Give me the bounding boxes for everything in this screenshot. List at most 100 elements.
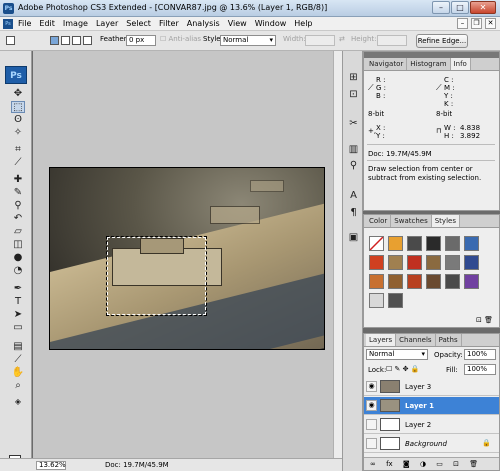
visibility-eye-icon[interactable] [366, 419, 377, 430]
style-swatch[interactable] [464, 255, 479, 270]
clone-stamp-icon[interactable]: ⚲ [11, 200, 25, 212]
fill-input[interactable]: 100% [464, 364, 496, 375]
brushes-icon[interactable]: ▥ [347, 143, 360, 156]
3d-tool-icon[interactable]: ◈ [11, 396, 25, 408]
style-swatch[interactable] [426, 255, 441, 270]
tab-paths[interactable]: Paths [436, 334, 462, 346]
style-swatch[interactable] [426, 236, 441, 251]
paragraph-icon[interactable]: ¶ [347, 206, 360, 219]
tool-presets-icon[interactable]: ✂ [347, 117, 360, 130]
mask-icon[interactable]: ◙ [403, 460, 410, 468]
style-swatch[interactable] [426, 274, 441, 289]
new-layer-icon[interactable]: ⊡ [453, 460, 459, 468]
slice-tool-icon[interactable]: ⟋ [11, 157, 25, 169]
menu-help[interactable]: Help [294, 19, 312, 28]
style-swatch[interactable] [369, 274, 384, 289]
path-selection-icon[interactable]: ➤ [11, 309, 25, 321]
history-icon[interactable]: ⊡ [347, 88, 360, 101]
doc-size[interactable]: Doc: 19.7M/45.9M [105, 461, 169, 469]
maximize-button[interactable]: □ [451, 1, 469, 14]
visibility-eye-icon[interactable]: ◉ [366, 381, 377, 392]
clone-source-icon[interactable]: ⚲ [347, 159, 360, 172]
lock-icons[interactable]: ☐ ✎ ✥ 🔒 [386, 365, 419, 373]
tab-color[interactable]: Color [366, 215, 392, 227]
menu-filter[interactable]: Filter [159, 19, 179, 28]
eraser-tool-icon[interactable]: ▱ [11, 226, 25, 238]
doc-close-button[interactable]: ✕ [485, 18, 496, 29]
refine-edge-button[interactable]: Refine Edge... [416, 34, 468, 48]
menu-window[interactable]: Window [255, 19, 287, 28]
notes-tool-icon[interactable]: ▤ [11, 341, 25, 353]
selection-marquee[interactable] [106, 236, 207, 316]
dodge-tool-icon[interactable]: ◔ [11, 265, 25, 277]
document-canvas[interactable] [33, 51, 342, 458]
height-input[interactable] [377, 35, 407, 46]
hand-tool-icon[interactable]: ✋ [11, 367, 25, 379]
document-icon[interactable]: Ps [3, 18, 13, 29]
pen-tool-icon[interactable]: ✒ [11, 283, 25, 295]
style-swatch[interactable] [369, 293, 384, 308]
visibility-eye-icon[interactable]: ◉ [366, 400, 377, 411]
style-swatch[interactable] [369, 255, 384, 270]
blur-tool-icon[interactable]: ● [11, 252, 25, 264]
doc-minimize-button[interactable]: – [457, 18, 468, 29]
opacity-input[interactable]: 100% [464, 349, 496, 360]
fx-icon[interactable]: fx [386, 460, 393, 468]
tab-info[interactable]: Info [450, 58, 471, 70]
marquee-tool-preset-icon[interactable] [6, 36, 15, 45]
menu-edit[interactable]: Edit [39, 19, 55, 28]
menu-file[interactable]: File [18, 19, 31, 28]
style-swatch[interactable] [445, 255, 460, 270]
tab-histogram[interactable]: Histogram [407, 58, 451, 70]
style-swatch[interactable] [407, 236, 422, 251]
adjustment-icon[interactable]: ◑ [420, 460, 426, 468]
gradient-tool-icon[interactable]: ◫ [11, 239, 25, 251]
tab-swatches[interactable]: Swatches [391, 215, 432, 227]
style-swatch[interactable] [445, 236, 460, 251]
style-select[interactable]: Normal ▾ [220, 35, 276, 46]
style-swatch[interactable] [407, 255, 422, 270]
type-tool-icon[interactable]: T [11, 296, 25, 308]
menu-select[interactable]: Select [126, 19, 151, 28]
history-brush-icon[interactable]: ↶ [11, 213, 25, 225]
menu-layer[interactable]: Layer [96, 19, 118, 28]
antialias-checkbox[interactable]: ☐ Anti-alias [160, 35, 201, 43]
healing-brush-icon[interactable]: ✚ [11, 174, 25, 186]
character-icon[interactable]: A [347, 189, 360, 202]
link-layers-icon[interactable]: ∞ [370, 460, 376, 468]
add-to-selection-icon[interactable] [61, 36, 70, 45]
delete-layer-icon[interactable]: 🗑 [469, 460, 478, 468]
eyedropper-icon[interactable]: ⟋ [11, 354, 25, 366]
move-tool-icon[interactable]: ✥ [11, 88, 25, 100]
crop-tool-icon[interactable]: ⌗ [11, 144, 25, 156]
zoom-field[interactable]: 13.62% [36, 461, 66, 470]
style-swatch[interactable] [407, 274, 422, 289]
menu-analysis[interactable]: Analysis [187, 19, 220, 28]
close-button[interactable]: ✕ [470, 1, 496, 14]
shape-tool-icon[interactable]: ▭ [11, 322, 25, 334]
style-swatch[interactable] [464, 274, 479, 289]
new-selection-icon[interactable] [50, 36, 59, 45]
minimize-button[interactable]: – [432, 1, 450, 14]
tab-styles[interactable]: Styles [431, 215, 460, 227]
menu-view[interactable]: View [228, 19, 247, 28]
style-swatch[interactable] [388, 274, 403, 289]
blend-mode-select[interactable]: Normal ▾ [366, 349, 428, 360]
lasso-tool-icon[interactable]: ʘ [11, 114, 25, 126]
tab-layers[interactable]: Layers [366, 334, 397, 346]
intersect-selection-icon[interactable] [83, 36, 92, 45]
doc-restore-button[interactable]: ❐ [471, 18, 482, 29]
group-icon[interactable]: ▭ [436, 460, 443, 468]
style-swatch[interactable] [445, 274, 460, 289]
style-swatch[interactable] [464, 236, 479, 251]
layer-row[interactable]: Layer 2 [364, 416, 499, 434]
navigator-icon[interactable]: ⊞ [347, 71, 360, 84]
new-style-icon[interactable]: ⊡ 🗑 [476, 316, 493, 324]
magic-wand-icon[interactable]: ✧ [11, 127, 25, 139]
width-input[interactable] [305, 35, 335, 46]
layer-comps-icon[interactable]: ▣ [347, 231, 360, 244]
menu-image[interactable]: Image [63, 19, 88, 28]
feather-input[interactable]: 0 px [126, 35, 156, 46]
vertical-scrollbar[interactable] [333, 51, 342, 458]
subtract-selection-icon[interactable] [72, 36, 81, 45]
